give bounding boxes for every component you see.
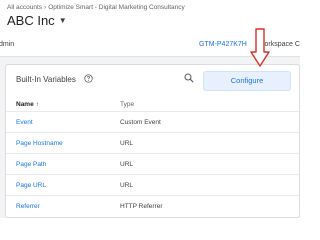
sort-ascending-icon: ↑ — [35, 102, 39, 108]
admin-tab[interactable]: dmin — [0, 41, 14, 48]
builtin-variables-card: Built-In Variables Configure Name ↑ Type … — [5, 64, 300, 218]
help-icon[interactable] — [84, 74, 93, 83]
table-row: Page URL URL — [6, 174, 299, 195]
table-row: Referrer HTTP Referrer — [6, 195, 299, 216]
variable-type: Custom Event — [120, 119, 161, 126]
variable-name-link[interactable]: Page URL — [16, 182, 46, 189]
column-header-type[interactable]: Type — [120, 101, 134, 108]
variable-name-link[interactable]: Page Path — [16, 161, 46, 168]
variable-type: URL — [120, 140, 134, 147]
variable-type: HTTP Referrer — [120, 203, 163, 210]
breadcrumb-separator: › — [44, 4, 47, 11]
breadcrumb-all-accounts[interactable]: All accounts — [7, 4, 42, 11]
variable-name-link[interactable]: Event — [16, 119, 33, 126]
table-row: Page Hostname URL — [6, 132, 299, 153]
card-header: Built-In Variables Configure — [6, 65, 299, 93]
search-icon[interactable] — [184, 73, 194, 83]
breadcrumb-account[interactable]: Optimize Smart - Digital Marketing Consu… — [48, 4, 185, 11]
column-header-name-label: Name — [16, 101, 34, 108]
container-id-link[interactable]: GTM-P427K7H — [199, 41, 247, 48]
table-row: Page Path URL — [6, 153, 299, 174]
breadcrumb: All accounts › Optimize Smart - Digital Ma… — [7, 4, 185, 11]
variable-type: URL — [120, 161, 134, 168]
column-header-name[interactable]: Name ↑ — [16, 101, 39, 108]
card-title: Built-In Variables — [16, 75, 76, 84]
variable-type: URL — [120, 182, 134, 189]
account-name: ABC Inc — [7, 13, 55, 28]
variable-name-link[interactable]: Referrer — [16, 203, 40, 210]
variable-name-link[interactable]: Page Hostname — [16, 140, 63, 147]
configure-button[interactable]: Configure — [203, 71, 291, 91]
annotation-arrow-icon — [250, 28, 270, 67]
account-selector[interactable]: ABC Inc ▼ — [7, 13, 67, 28]
caret-down-icon: ▼ — [58, 16, 67, 25]
table-row: Event Custom Event — [6, 111, 299, 132]
